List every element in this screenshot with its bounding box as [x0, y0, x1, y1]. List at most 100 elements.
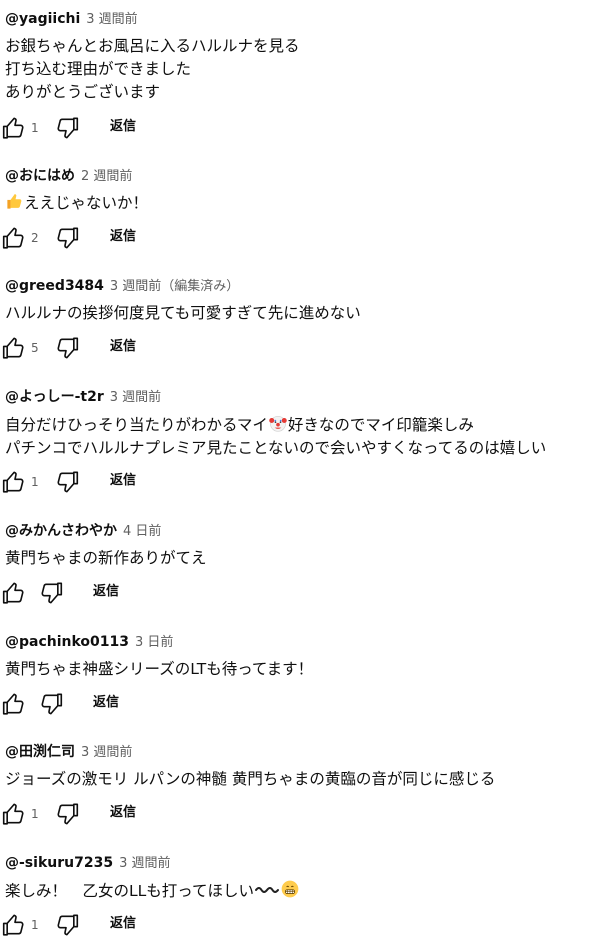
- comment-actions: 1 返信: [0, 912, 600, 938]
- comment-time[interactable]: 3 日前: [135, 635, 173, 650]
- comment-text: お銀ちゃんとお風呂に入るハルルナを見る 打ち込む理由ができました ありがとうござ…: [5, 35, 300, 104]
- like-button[interactable]: [1, 335, 27, 361]
- like-count: 1: [31, 918, 39, 932]
- comment-actions: 1 返信: [0, 801, 600, 827]
- comment-author[interactable]: @yagiichi: [5, 11, 80, 27]
- dislike-button[interactable]: [54, 335, 80, 361]
- like-button[interactable]: [1, 912, 27, 938]
- comment-author[interactable]: @よっしー-t2r: [5, 389, 104, 405]
- thumbs-up-outline-icon: [2, 803, 24, 825]
- comment-actions: 2 返信: [0, 225, 600, 251]
- like-button[interactable]: [1, 115, 27, 141]
- comment-text: 自分だけひっそり当たりがわかるマイ 好きなのでマイ印籠楽しみ パチンコでハルルナプ…: [5, 413, 546, 460]
- comment-time[interactable]: 3 週間前: [119, 856, 170, 871]
- reply-button[interactable]: 返信: [110, 336, 136, 358]
- comment-time[interactable]: 3 週間前: [81, 745, 132, 760]
- like-count: 1: [31, 475, 39, 489]
- thumbs-up-outline-icon: [2, 227, 24, 249]
- comment-header: @-sikuru7235 3 週間前: [5, 852, 170, 872]
- comment-header: @yagiichi 3 週間前: [5, 8, 138, 28]
- comment-line-text: 自分だけひっそり当たりがわかるマイ: [5, 416, 268, 434]
- reply-button[interactable]: 返信: [110, 226, 136, 248]
- reply-button[interactable]: 返信: [110, 802, 136, 824]
- thumbs-down-outline-icon: [57, 227, 79, 249]
- reply-button[interactable]: 返信: [110, 913, 136, 935]
- reply-button[interactable]: 返信: [110, 470, 136, 492]
- comment-line: 楽しみ！ 乙女のLLも打ってほしい: [5, 879, 300, 903]
- thumbs-up-outline-icon: [2, 471, 24, 493]
- comment-time[interactable]: 4 日前: [123, 524, 161, 539]
- comment-actions: 1 返信: [0, 115, 600, 141]
- comment-author[interactable]: @pachinko0113: [5, 634, 129, 650]
- comment-author[interactable]: @田渕仁司: [5, 744, 75, 760]
- thumbs-up-outline-icon: [2, 337, 24, 359]
- comment-line: 打ち込む理由ができました: [5, 60, 192, 78]
- dislike-button[interactable]: [54, 115, 80, 141]
- comment-list: @yagiichi 3 週間前 お銀ちゃんとお風呂に入るハルルナを見る 打ち込む理…: [0, 0, 600, 937]
- comment-header: @みかんさわやか 4 日前: [5, 520, 161, 540]
- comment-text: ジョーズの激モリ ルパンの神髄 黄門ちゃまの黄臨の音が同じに感じる: [5, 768, 495, 791]
- comment-time[interactable]: 2 週間前: [81, 169, 132, 184]
- comment-line: 黄門ちゃま神盛シリーズのLTも待ってます！: [5, 660, 314, 678]
- comment-time[interactable]: 3 週間前: [86, 12, 137, 27]
- reply-button[interactable]: 返信: [93, 692, 119, 714]
- comment-line: 自分だけひっそり当たりがわかるマイ 好きなのでマイ印籠楽しみ: [5, 413, 546, 437]
- like-button[interactable]: [1, 691, 27, 717]
- like-count: 2: [31, 231, 39, 245]
- thumbs-up-outline-icon: [2, 117, 24, 139]
- thumbs-up-outline-icon: [2, 693, 24, 715]
- comment-text: 黄門ちゃまの新作ありがてえ: [5, 547, 207, 570]
- comment-line-text: 好きなのでマイ印籠楽しみ: [287, 416, 474, 434]
- comment-time[interactable]: 3 週間前: [110, 390, 161, 405]
- comment-header: @田渕仁司 3 週間前: [5, 741, 132, 761]
- dislike-button[interactable]: [54, 801, 80, 827]
- comment-author[interactable]: @みかんさわやか: [5, 523, 117, 539]
- comment-line-text: ええじゃないか！: [24, 194, 149, 212]
- like-count: 5: [31, 341, 39, 355]
- comment-author[interactable]: @-sikuru7235: [5, 855, 113, 871]
- comment-author[interactable]: @greed3484: [5, 278, 104, 294]
- comment-actions: 返信: [0, 580, 600, 606]
- reply-button[interactable]: 返信: [93, 581, 119, 603]
- dislike-button[interactable]: [54, 912, 80, 938]
- dislike-button[interactable]: [54, 469, 80, 495]
- like-button[interactable]: [1, 801, 27, 827]
- comment-time[interactable]: 3 週間前（編集済み）: [110, 279, 239, 294]
- clown-face-emoji: [268, 413, 288, 433]
- comment-line: ジョーズの激モリ ルパンの神髄 黄門ちゃまの黄臨の音が同じに感じる: [5, 770, 496, 788]
- thumbs-down-outline-icon: [57, 803, 79, 825]
- comment-author[interactable]: @おにはめ: [5, 168, 75, 184]
- thumbs-up-outline-icon: [2, 582, 24, 604]
- comment-text: ええじゃないか！: [5, 192, 148, 215]
- comment-text: ハルルナの挨拶何度見ても可愛すぎて先に進めない: [5, 302, 361, 325]
- comment-header: @pachinko0113 3 日前: [5, 631, 173, 651]
- comment-text: 楽しみ！ 乙女のLLも打ってほしい: [5, 879, 300, 903]
- like-count: 1: [31, 121, 39, 135]
- dislike-button[interactable]: [38, 580, 64, 606]
- comment-line: ありがとうございます: [5, 83, 161, 101]
- dislike-button[interactable]: [38, 691, 64, 717]
- comment-line: ハルルナの挨拶何度見ても可愛すぎて先に進めない: [5, 304, 361, 322]
- thumbs-down-outline-icon: [57, 914, 79, 936]
- thumbs-down-outline-icon: [57, 117, 79, 139]
- thumbs-down-outline-icon: [41, 693, 63, 715]
- thumbs-down-outline-icon: [57, 471, 79, 493]
- comment-text: 黄門ちゃま神盛シリーズのLTも待ってます！: [5, 658, 313, 681]
- comment-header: @greed3484 3 週間前（編集済み）: [5, 275, 239, 295]
- like-button[interactable]: [1, 580, 27, 606]
- wavy-dash-emoji: [254, 881, 280, 899]
- comment-actions: 1 返信: [0, 469, 600, 495]
- dislike-button[interactable]: [54, 225, 80, 251]
- comment-header: @おにはめ 2 週間前: [5, 165, 132, 185]
- reply-button[interactable]: 返信: [110, 116, 136, 138]
- thumbs-down-outline-icon: [57, 337, 79, 359]
- grinning-face-emoji: [280, 879, 300, 899]
- thumbs-up-outline-icon: [2, 914, 24, 936]
- thumbs-up-emoji: [5, 192, 24, 211]
- comment-line: ええじゃないか！: [5, 192, 148, 215]
- like-button[interactable]: [1, 469, 27, 495]
- comment-actions: 5 返信: [0, 335, 600, 361]
- comment-line: パチンコでハルルナプレミア見たことないので会いやすくなってるのは嬉しい: [5, 439, 547, 457]
- like-button[interactable]: [1, 225, 27, 251]
- thumbs-down-outline-icon: [41, 582, 63, 604]
